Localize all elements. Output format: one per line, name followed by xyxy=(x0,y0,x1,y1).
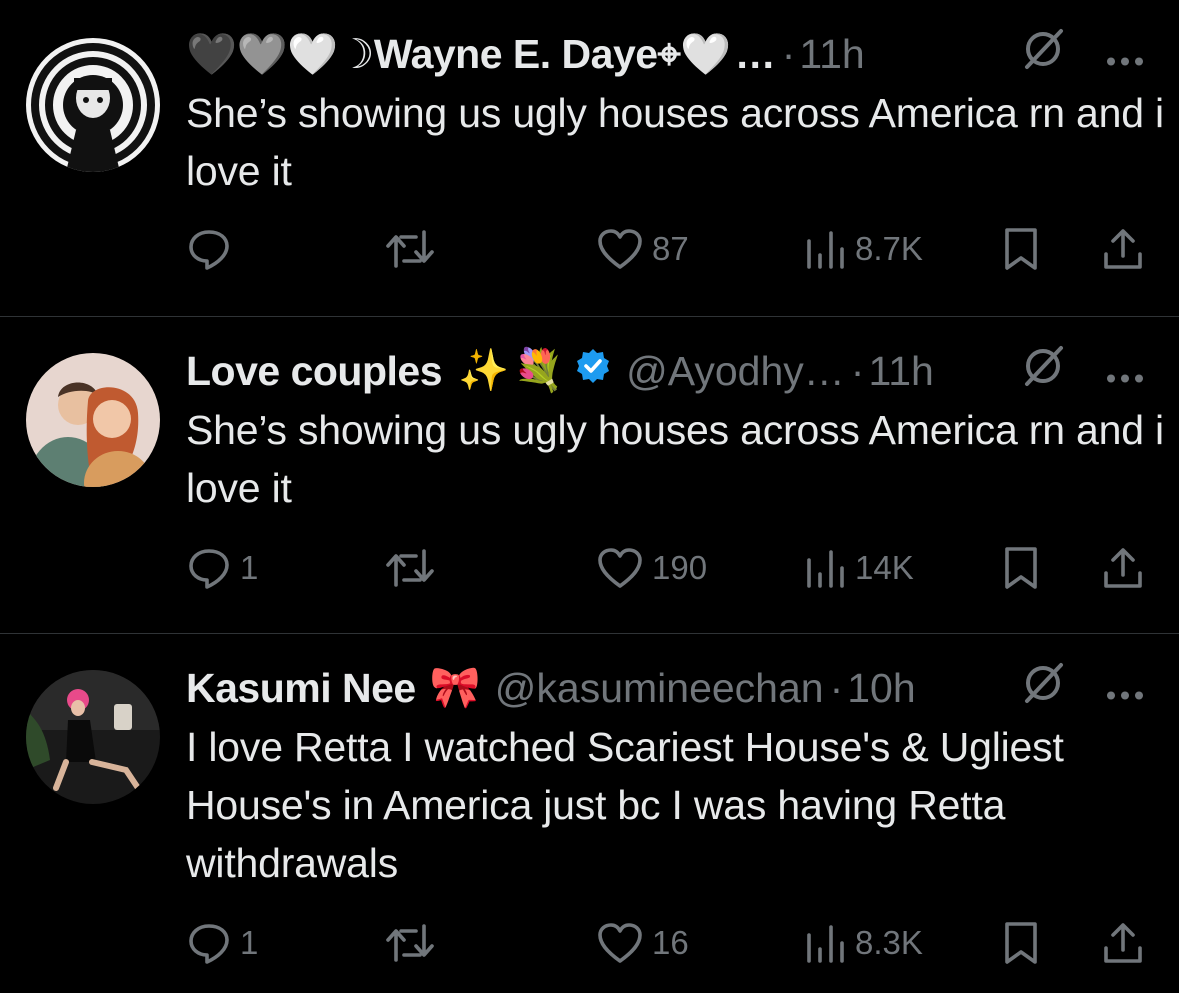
more-icon[interactable] xyxy=(1105,31,1145,78)
like-count: 87 xyxy=(652,230,689,267)
reply-icon xyxy=(186,226,232,272)
post-text: She’s showing us ugly houses across Amer… xyxy=(186,407,1164,511)
reply-count: 1 xyxy=(240,924,259,961)
like-count: 16 xyxy=(652,924,689,961)
bookmark-icon xyxy=(1000,920,1042,966)
post-header: 🖤🩶🤍☽Wayne E. Daye⌖🤍 … · 11h xyxy=(186,28,1159,80)
views-button[interactable]: 8.7K xyxy=(803,223,923,275)
separator: · xyxy=(850,347,865,394)
reply-icon xyxy=(186,920,232,966)
ribbon-emoji: 🎀 xyxy=(429,664,481,710)
reply-icon xyxy=(186,545,232,591)
like-button[interactable]: 87 xyxy=(596,223,689,275)
views-button[interactable]: 14K xyxy=(803,542,914,594)
more-icon[interactable] xyxy=(1105,665,1145,712)
views-icon xyxy=(803,546,847,590)
repost-icon xyxy=(384,228,436,270)
separator: · xyxy=(829,664,844,711)
repost-icon xyxy=(384,547,436,589)
like-icon xyxy=(596,546,644,590)
views-icon xyxy=(803,921,847,965)
like-button[interactable]: 16 xyxy=(596,917,689,969)
grok-icon[interactable] xyxy=(1019,342,1067,400)
separator: · xyxy=(781,30,796,77)
post-text: I love Retta I watched Scariest House's … xyxy=(186,724,1064,886)
share-button[interactable] xyxy=(1100,223,1146,275)
bookmark-icon xyxy=(1000,545,1042,591)
bouquet-emoji: 💐 xyxy=(513,347,565,393)
view-count: 8.7K xyxy=(855,230,923,267)
repost-button[interactable] xyxy=(384,223,436,275)
share-button[interactable] xyxy=(1100,917,1146,969)
bookmark-icon xyxy=(1000,226,1042,272)
display-name[interactable]: Kasumi Nee xyxy=(186,665,416,712)
timestamp[interactable]: 10h xyxy=(847,665,915,712)
sparkles-emoji: ✨ xyxy=(458,347,510,393)
like-count: 190 xyxy=(652,549,708,586)
action-bar: 87 8.7K xyxy=(186,223,1159,275)
like-button[interactable]: 190 xyxy=(596,542,707,594)
more-icon[interactable] xyxy=(1105,348,1145,395)
like-icon xyxy=(596,921,644,965)
repost-icon xyxy=(384,922,436,964)
share-icon xyxy=(1100,920,1146,966)
repost-button[interactable] xyxy=(384,542,436,594)
post[interactable]: 🖤🩶🤍☽Wayne E. Daye⌖🤍 … · 11h She’s showin… xyxy=(0,0,1179,317)
views-icon xyxy=(803,227,847,271)
action-bar: 1 190 14K xyxy=(186,542,1159,594)
reply-button[interactable]: 1 xyxy=(186,917,258,969)
avatar[interactable] xyxy=(26,38,160,172)
bookmark-button[interactable] xyxy=(1000,917,1042,969)
view-count: 14K xyxy=(855,549,914,586)
handle[interactable]: @kasumineechan xyxy=(495,665,824,712)
display-name[interactable]: Love couples xyxy=(186,348,443,395)
post[interactable]: Love couples ✨ 💐 @Ayodhy… · 11h She’s sh… xyxy=(0,317,1179,634)
bookmark-button[interactable] xyxy=(1000,223,1042,275)
reply-button[interactable] xyxy=(186,223,240,275)
views-button[interactable]: 8.3K xyxy=(803,917,923,969)
post-header: Love couples ✨ 💐 @Ayodhy… · 11h xyxy=(186,345,1159,397)
grok-icon[interactable] xyxy=(1019,25,1067,83)
reply-count: 1 xyxy=(240,549,259,586)
grok-icon[interactable] xyxy=(1019,659,1067,717)
verified-badge-icon xyxy=(574,347,612,395)
share-icon xyxy=(1100,226,1146,272)
view-count: 8.3K xyxy=(855,924,923,961)
repost-button[interactable] xyxy=(384,917,436,969)
action-bar: 1 16 8.3K xyxy=(186,917,1159,969)
avatar[interactable] xyxy=(26,353,160,487)
share-button[interactable] xyxy=(1100,542,1146,594)
post-text: She’s showing us ugly houses across Amer… xyxy=(186,90,1164,194)
timestamp[interactable]: 11h xyxy=(799,31,864,78)
timestamp[interactable]: 11h xyxy=(868,348,933,395)
avatar[interactable] xyxy=(26,670,160,804)
display-name[interactable]: 🖤🩶🤍☽Wayne E. Daye⌖🤍 xyxy=(186,30,731,79)
share-icon xyxy=(1100,545,1146,591)
post-header: Kasumi Nee 🎀 @kasumineechan · 10h xyxy=(186,662,1159,714)
handle[interactable]: … xyxy=(735,31,776,78)
handle[interactable]: @Ayodhy… xyxy=(626,348,845,395)
like-icon xyxy=(596,227,644,271)
post[interactable]: Kasumi Nee 🎀 @kasumineechan · 10h I love… xyxy=(0,634,1179,993)
reply-button[interactable]: 1 xyxy=(186,542,258,594)
bookmark-button[interactable] xyxy=(1000,542,1042,594)
